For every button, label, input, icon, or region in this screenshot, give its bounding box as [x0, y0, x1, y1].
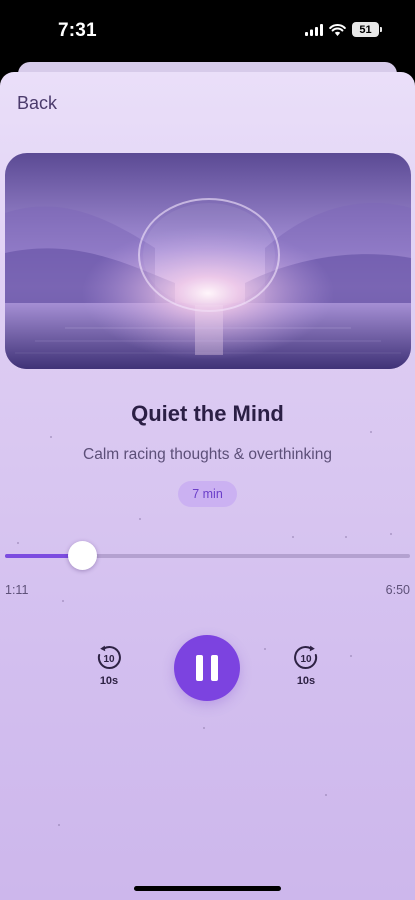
pause-icon: [196, 655, 203, 681]
ambient-particle: [17, 542, 19, 544]
ambient-particle: [325, 794, 327, 796]
ambient-particle: [58, 824, 60, 826]
wifi-icon: [329, 23, 346, 36]
status-bar: 7:31 51: [0, 0, 415, 62]
rotate-cw-10-icon: 10: [294, 645, 318, 669]
ambient-particle: [139, 518, 141, 520]
duration-badge: 7 min: [178, 481, 237, 507]
total-time: 6:50: [385, 583, 410, 597]
signal-icon: [305, 23, 323, 36]
skip-forward-label: 10s: [296, 675, 316, 687]
back-button[interactable]: Back: [17, 93, 57, 114]
session-subtitle: Calm racing thoughts & overthinking: [83, 446, 332, 463]
player-sheet: Back Quiet the Mind Calm racing thoughts…: [0, 72, 415, 900]
status-icons: 51: [305, 22, 382, 37]
ambient-particle: [370, 431, 372, 433]
pause-button[interactable]: [174, 635, 240, 701]
ambient-particle: [50, 436, 52, 438]
skip-forward-button[interactable]: 10 10s: [287, 645, 325, 687]
ambient-particle: [350, 655, 352, 657]
home-indicator: [134, 886, 281, 891]
pause-icon: [211, 655, 218, 681]
current-time: 1:11: [5, 583, 29, 597]
skip-back-button[interactable]: 10 10s: [90, 645, 128, 687]
ambient-particle: [292, 536, 294, 538]
skip-back-label: 10s: [99, 675, 119, 687]
progress-thumb[interactable]: [67, 541, 97, 570]
rotate-ccw-10-icon: 10: [97, 645, 121, 669]
progress-slider[interactable]: [5, 541, 410, 570]
session-artwork: [5, 153, 411, 369]
ambient-particle: [264, 648, 266, 650]
session-title: Quiet the Mind: [131, 401, 284, 426]
status-time: 7:31: [58, 20, 97, 41]
battery-icon: 51: [352, 22, 382, 37]
ambient-particle: [390, 533, 392, 535]
skip-back-icon-text: 10: [103, 654, 115, 665]
skip-forward-icon-text: 10: [300, 654, 312, 665]
ambient-particle: [345, 536, 347, 538]
ambient-particle: [62, 600, 64, 602]
ambient-particle: [203, 727, 205, 729]
